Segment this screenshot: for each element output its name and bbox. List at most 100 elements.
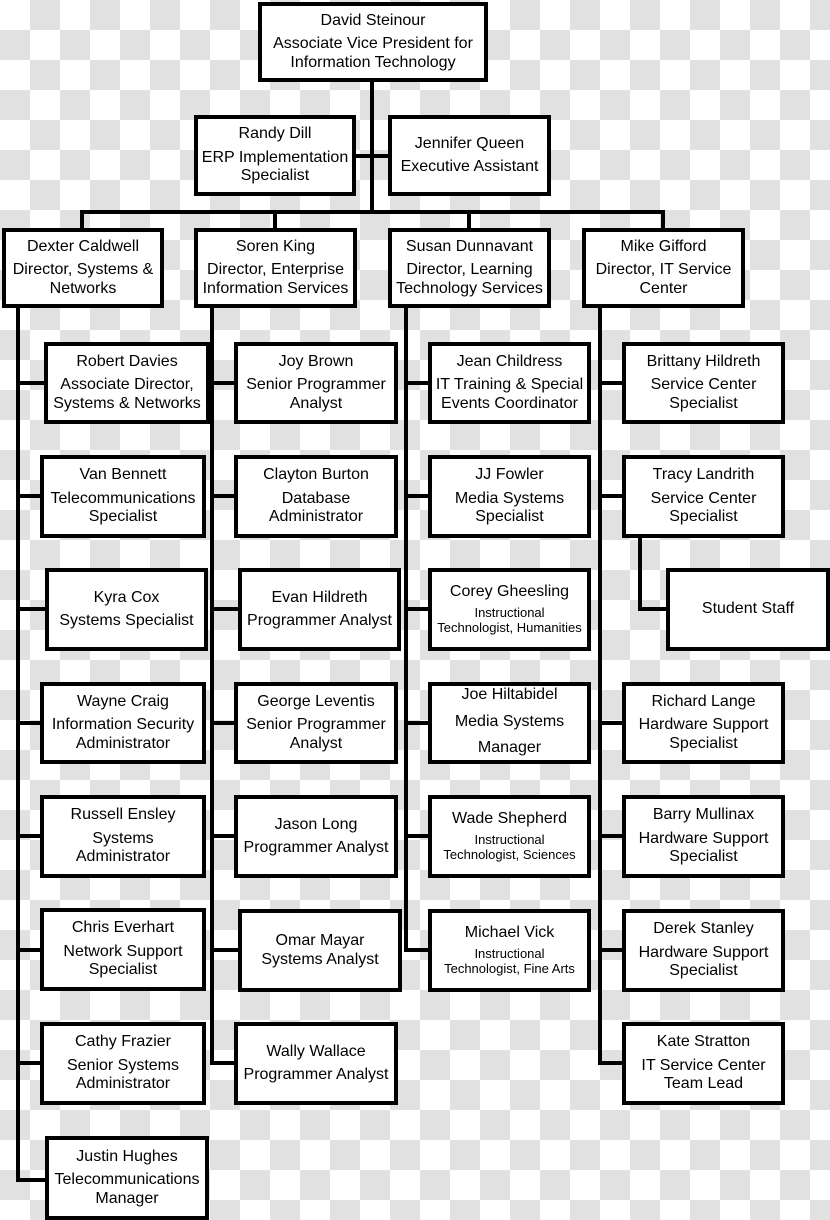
node-title: Telecommunications Specialist — [50, 489, 196, 526]
org-node-report: Russell Ensley Systems Administrator — [40, 795, 206, 878]
org-node-report: Jean Childress IT Training & Special Eve… — [428, 342, 591, 424]
org-node-report: Joy Brown Senior Programmer Analyst — [234, 342, 398, 424]
node-title: Systems Specialist — [59, 612, 194, 629]
node-name: Van Bennett — [79, 466, 167, 484]
node-title: Systems Administrator — [75, 829, 171, 866]
org-node-report: Joe Hiltabidel Media Systems Manager — [428, 682, 591, 764]
org-node-report: Evan Hildreth Programmer Analyst — [238, 568, 401, 651]
org-node-report: Wade Shepherd Instructional Technologist… — [428, 795, 591, 878]
org-node-report: Robert Davies Associate Director, System… — [44, 342, 210, 424]
node-title: Programmer Analyst — [247, 612, 392, 629]
node-name: Jason Long — [274, 815, 358, 833]
node-title: Telecommunications Manager — [54, 1171, 200, 1207]
node-title: Service Center Specialist — [650, 489, 757, 526]
org-node-report: Jason Long Programmer Analyst — [234, 795, 398, 878]
node-title: Director, Learning Technology Services — [396, 261, 543, 297]
node-name: Omar Mayar — [275, 932, 365, 950]
node-title: Hardware Support Specialist — [638, 829, 769, 866]
node-name: George Leventis — [257, 692, 375, 710]
node-name: Robert Davies — [76, 352, 178, 370]
node-title: Senior Programmer Analyst — [246, 376, 386, 412]
node-title: Database Administrator — [268, 489, 364, 526]
node-title: ERP Implementation Specialist — [201, 148, 349, 185]
node-title: Hardware Support Specialist — [638, 943, 769, 980]
org-node-report: Corey Gheesling Instructional Technologi… — [428, 568, 591, 651]
node-name: Derek Stanley — [653, 920, 754, 938]
node-name: Michael Vick — [464, 923, 555, 941]
node-title: Network Support Specialist — [63, 942, 183, 979]
node-title: Director, Systems & Networks — [12, 261, 154, 297]
node-name: Kyra Cox — [93, 588, 160, 606]
node-title: Media Systems Specialist — [454, 489, 565, 526]
org-node-sub-unit: Student Staff — [666, 568, 830, 651]
node-name: Cathy Frazier — [74, 1033, 172, 1051]
node-name: Dexter Caldwell — [26, 237, 140, 255]
node-title: Associate Director, Systems & Networks — [53, 376, 201, 412]
node-name: Barry Mullinax — [652, 806, 755, 824]
node-title: Director, IT Service Center — [595, 261, 732, 297]
node-name: Mike Gifford — [620, 237, 707, 255]
org-node-report: Van Bennett Telecommunications Specialis… — [40, 455, 206, 538]
node-title: Instructional Technologist, Humanities — [437, 605, 582, 636]
org-node-director: Dexter Caldwell Director, Systems & Netw… — [2, 228, 164, 308]
org-node-director: Mike Gifford Director, IT Service Center — [582, 228, 745, 308]
org-node-report: Michael Vick Instructional Technologist,… — [428, 909, 591, 992]
node-title: IT Training & Special Events Coordinator — [435, 376, 584, 412]
node-title: Media Systems Manager — [454, 713, 565, 756]
node-title: Senior Programmer Analyst — [246, 716, 386, 752]
org-node-report: JJ Fowler Media Systems Specialist — [428, 455, 591, 538]
node-title: Service Center Specialist — [650, 376, 757, 412]
node-name: Evan Hildreth — [271, 588, 368, 606]
node-title: Hardware Support Specialist — [638, 716, 769, 752]
node-name: Soren King — [235, 237, 316, 255]
node-title: IT Service Center Team Lead — [641, 1056, 766, 1093]
node-name: Kate Stratton — [656, 1033, 751, 1051]
node-title: Director, Enterprise Information Service… — [202, 261, 349, 297]
org-node-report: Wally Wallace Programmer Analyst — [234, 1022, 398, 1105]
node-title: Executive Assistant — [400, 158, 539, 175]
node-title: Instructional Technologist, Fine Arts — [444, 946, 575, 977]
node-name: Joe Hiltabidel — [461, 685, 558, 703]
org-node-avp: David Steinour Associate Vice President … — [258, 2, 488, 82]
node-name: Wade Shepherd — [451, 809, 568, 827]
node-title: Programmer Analyst — [243, 839, 389, 856]
node-name: Clayton Burton — [263, 466, 369, 484]
node-name: Jean Childress — [456, 352, 563, 370]
org-node-director: Soren King Director, Enterprise Informat… — [194, 228, 357, 308]
org-node-report: Wayne Craig Information Security Adminis… — [40, 682, 206, 764]
node-title: Information Security Administrator — [51, 716, 195, 752]
org-node-report: Cathy Frazier Senior Systems Administrat… — [40, 1022, 206, 1105]
node-name: Jennifer Queen — [414, 134, 525, 152]
node-title: Associate Vice President for Information… — [273, 35, 473, 71]
node-title: Systems Analyst — [261, 950, 379, 968]
node-name: Susan Dunnavant — [405, 237, 534, 255]
node-name: Russell Ensley — [70, 806, 176, 824]
org-node-report: Barry Mullinax Hardware Support Speciali… — [622, 795, 785, 878]
org-node-report: George Leventis Senior Programmer Analys… — [234, 682, 398, 764]
node-name: Justin Hughes — [76, 1147, 178, 1165]
node-title: Instructional Technologist, Sciences — [443, 832, 576, 863]
org-node-report: Omar Mayar Systems Analyst — [238, 909, 402, 992]
org-node-report: Kate Stratton IT Service Center Team Lea… — [622, 1022, 785, 1105]
org-node-report: Derek Stanley Hardware Support Specialis… — [622, 909, 785, 992]
org-node-report: Justin Hughes Telecommunications Manager — [45, 1136, 209, 1220]
org-node-report: Tracy Landrith Service Center Specialist — [622, 455, 785, 538]
org-node-director: Susan Dunnavant Director, Learning Techn… — [388, 228, 551, 308]
node-title: Senior Systems Administrator — [66, 1056, 180, 1093]
node-name: Student Staff — [701, 600, 795, 618]
node-name: Corey Gheesling — [449, 582, 570, 600]
node-name: Wally Wallace — [266, 1042, 366, 1060]
node-name: Joy Brown — [278, 352, 354, 370]
node-name: Chris Everhart — [71, 919, 175, 937]
org-node-report: Kyra Cox Systems Specialist — [45, 568, 208, 651]
org-node-staff: Jennifer Queen Executive Assistant — [388, 115, 551, 196]
org-node-staff: Randy Dill ERP Implementation Specialist — [194, 115, 356, 196]
org-node-report: Richard Lange Hardware Support Specialis… — [622, 682, 785, 764]
node-name: David Steinour — [320, 11, 426, 29]
node-name: Randy Dill — [238, 125, 312, 143]
node-name: Wayne Craig — [77, 692, 169, 710]
node-name: Brittany Hildreth — [646, 352, 761, 370]
org-node-report: Chris Everhart Network Support Specialis… — [40, 908, 206, 991]
node-name: Tracy Landrith — [652, 466, 755, 484]
org-node-report: Clayton Burton Database Administrator — [234, 455, 398, 538]
